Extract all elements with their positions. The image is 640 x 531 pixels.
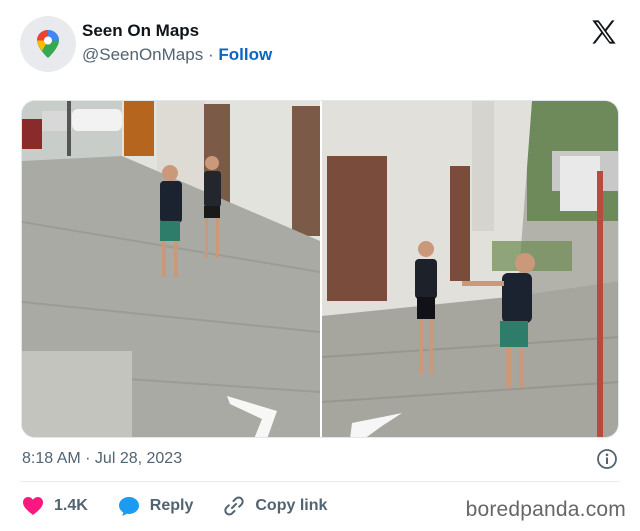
heart-icon — [23, 497, 43, 515]
speech-bubble-icon — [118, 496, 139, 516]
watermark: boredpanda.com — [465, 498, 626, 521]
tweet-timestamp[interactable]: 8:18 AM · Jul 28, 2023 — [22, 450, 182, 468]
like-count: 1.4K — [54, 497, 88, 514]
separator-dot: · — [207, 45, 214, 64]
right-street-view-image — [322, 101, 618, 437]
like-button[interactable]: 1.4K — [22, 496, 88, 516]
account-handle-row: @SeenOnMaps · Follow — [82, 45, 272, 65]
avatar[interactable] — [20, 16, 76, 72]
reply-label: Reply — [149, 497, 194, 514]
reply-button[interactable]: Reply — [118, 496, 194, 517]
divider — [20, 481, 620, 482]
account-name[interactable]: Seen On Maps — [82, 21, 199, 41]
tweet-media[interactable] — [21, 100, 619, 438]
copy-link-button[interactable]: Copy link — [223, 495, 327, 517]
link-icon — [224, 496, 245, 516]
tweet-card: Seen On Maps @SeenOnMaps · Follow 8:18 A… — [0, 0, 640, 531]
follow-button[interactable]: Follow — [218, 45, 272, 64]
street-view-photo — [22, 101, 618, 437]
google-maps-pin-icon — [37, 30, 59, 58]
account-handle[interactable]: @SeenOnMaps — [82, 45, 203, 64]
x-logo-icon[interactable] — [590, 18, 618, 46]
copy-link-label: Copy link — [255, 497, 328, 514]
tweet-actions: 1.4K Reply Copy link — [22, 494, 357, 518]
left-street-view-image — [22, 101, 320, 437]
info-icon[interactable] — [596, 448, 618, 470]
